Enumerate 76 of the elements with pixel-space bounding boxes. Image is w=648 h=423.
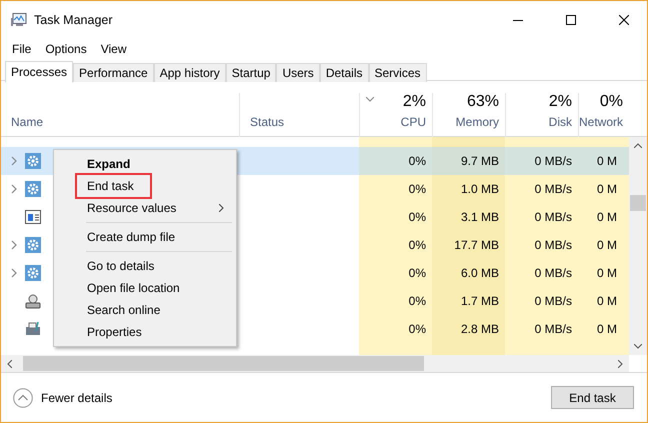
usage-percent: 0% [600,93,623,111]
end-task-button[interactable]: End task [551,386,634,409]
context-menu-item[interactable]: Search online [54,299,236,321]
disk-cell-text: 0 MB/s [534,266,573,280]
tab[interactable]: App history [154,63,226,82]
tab[interactable]: Performance [73,63,154,82]
memory-cell-text: 9.7 MB [460,154,500,168]
expand-chevron-icon[interactable] [11,268,17,278]
context-menu-item[interactable]: Open file location [54,277,236,299]
menu-item[interactable]: File [5,42,38,56]
disk-cell-text: 0 MB/s [534,238,573,252]
context-menu-item[interactable]: End task [54,175,236,197]
cpu-cell-text: 0% [408,322,427,336]
menu-item[interactable]: Options [38,42,94,56]
disk-cell-text: 0 MB/s [534,322,573,336]
network-cell-text: 0 M [596,182,618,196]
expand-chevron-icon[interactable] [11,184,17,194]
menu-item[interactable]: View [94,42,134,56]
app-icon [11,13,27,27]
fewer-details-link[interactable]: Fewer details [41,390,543,404]
network-cell-text: 0 M [596,322,618,336]
scroll-right-icon[interactable] [618,360,623,368]
tab[interactable]: Services [368,63,427,82]
usage-percent: 2% [402,93,426,111]
network-cell-text: 0 M [596,294,618,308]
disk-cell-text: 0 MB/s [534,210,573,224]
scroll-up-icon[interactable] [634,143,642,148]
sort-caret-icon[interactable] [366,97,374,102]
horizontal-scrollbar[interactable] [1,355,629,372]
memory-cell-text: 2.8 MB [460,322,500,336]
maximize-icon[interactable] [566,15,576,25]
disk-cell-text: 0 MB/s [534,294,573,308]
network-cell-text: 0 M [596,210,618,224]
memory-cell-text: 6.0 MB [460,266,500,280]
window-title: Task Manager [34,13,114,27]
column-header[interactable]: Name [11,115,44,129]
usage-percent: 2% [548,93,572,111]
column-header[interactable]: Disk [548,115,572,129]
expand-chevron-icon[interactable] [11,156,17,166]
tab[interactable]: Users [276,63,320,82]
scroll-thumb[interactable] [23,356,424,371]
context-menu-item[interactable]: Properties [54,321,236,343]
cpu-cell-text: 0% [408,266,427,280]
usage-percent: 63% [466,93,499,111]
disk-cell-text: 0 MB/s [534,182,573,196]
scroll-down-icon[interactable] [634,344,642,349]
network-cell-text: 0 M [596,238,618,252]
cpu-cell-text: 0% [408,210,427,224]
network-cell-text: 0 M [596,266,618,280]
disk-cell-text: 0 MB/s [534,154,573,168]
context-menu-item[interactable]: Go to details [54,255,236,277]
tab[interactable]: Startup [226,63,276,82]
expand-chevron-icon[interactable] [11,240,17,250]
vertical-scrollbar[interactable] [629,137,647,355]
cpu-cell-text: 0% [408,154,427,168]
context-menu-item[interactable]: Resource values [54,197,236,219]
context-menu-item[interactable]: Create dump file [54,226,236,248]
memory-cell-text: 3.1 MB [460,210,500,224]
memory-cell-text: 1.7 MB [460,294,500,308]
tab[interactable]: Processes [5,61,74,83]
column-header[interactable]: Status [250,115,284,129]
column-header[interactable]: Memory [456,115,499,129]
memory-cell-text: 1.0 MB [460,182,500,196]
cpu-cell-text: 0% [408,182,427,196]
scroll-left-icon[interactable] [7,360,12,368]
column-header[interactable]: Network [578,115,623,129]
tab[interactable]: Details [320,63,368,82]
cpu-cell-text: 0% [408,294,427,308]
cpu-cell-text: 0% [408,238,427,252]
column-header[interactable]: CPU [400,115,426,129]
collapse-chevron-icon[interactable] [13,388,33,408]
network-cell-text: 0 M [596,154,618,168]
context-menu-item[interactable]: Expand [54,153,236,175]
close-icon[interactable] [619,15,629,25]
memory-cell-text: 17.7 MB [453,238,500,252]
scroll-thumb[interactable] [630,195,646,211]
